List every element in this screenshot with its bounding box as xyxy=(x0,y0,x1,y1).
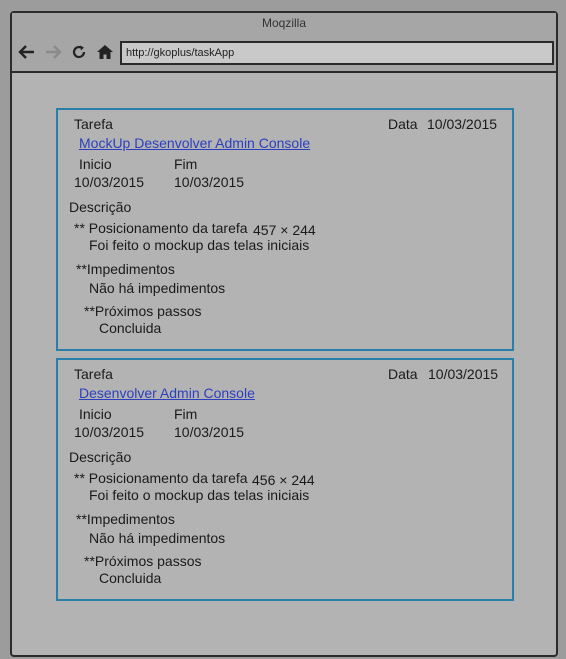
date-label: Data xyxy=(388,116,418,132)
next-steps-text: Concluida xyxy=(99,570,162,586)
end-label: Fim xyxy=(174,406,198,422)
date-value: 10/03/2015 xyxy=(428,366,499,382)
impediments-label: **Impedimentos xyxy=(76,261,175,277)
next-steps-label: **Próximos passos xyxy=(84,553,202,569)
task-card: Tarefa Data 10/03/2015 MockUp Desenvolve… xyxy=(56,108,514,351)
impediments-label: **Impedimentos xyxy=(76,511,175,527)
positioning-text: Foi feito o mockup das telas iniciais xyxy=(89,237,310,253)
next-steps-label: **Próximos passos xyxy=(84,303,202,319)
positioning-size: 456 × 244 xyxy=(252,472,315,488)
task-label: Tarefa xyxy=(74,116,113,132)
date-label: Data xyxy=(388,366,418,382)
window-title: Moqzilla xyxy=(12,13,556,35)
description-label: Descrição xyxy=(69,199,132,215)
page-content: Tarefa Data 10/03/2015 MockUp Desenvolve… xyxy=(12,73,556,643)
impediments-text: Não há impedimentos xyxy=(89,280,226,296)
start-date: 10/03/2015 xyxy=(74,424,145,440)
impediments-text: Não há impedimentos xyxy=(89,530,226,546)
next-steps-text: Concluida xyxy=(99,320,162,336)
home-icon[interactable] xyxy=(94,41,116,63)
forward-arrow-icon[interactable] xyxy=(42,41,64,63)
task-title-link[interactable]: Desenvolver Admin Console xyxy=(79,385,255,401)
positioning-label: ** Posicionamento da tarefa xyxy=(74,220,248,236)
end-date: 10/03/2015 xyxy=(174,424,245,440)
start-label: Inicio xyxy=(79,406,112,422)
task-label: Tarefa xyxy=(74,366,113,382)
end-date: 10/03/2015 xyxy=(174,174,245,190)
browser-toolbar: http://gkoplus/taskApp xyxy=(12,35,556,73)
positioning-label: ** Posicionamento da tarefa xyxy=(74,470,248,486)
task-card: Tarefa Data 10/03/2015 Desenvolver Admin… xyxy=(56,358,514,601)
start-date: 10/03/2015 xyxy=(74,174,145,190)
positioning-size: 457 × 244 xyxy=(253,222,316,238)
task-title-link[interactable]: MockUp Desenvolver Admin Console xyxy=(79,135,310,151)
url-input[interactable]: http://gkoplus/taskApp xyxy=(120,41,554,65)
date-value: 10/03/2015 xyxy=(427,116,498,132)
browser-window: Moqzilla http://gkoplus/taskApp Tarefa D… xyxy=(10,11,558,657)
reload-icon[interactable] xyxy=(68,41,90,63)
description-label: Descrição xyxy=(69,449,132,465)
end-label: Fim xyxy=(174,156,198,172)
start-label: Inicio xyxy=(79,156,112,172)
back-arrow-icon[interactable] xyxy=(16,41,38,63)
positioning-text: Foi feito o mockup das telas iniciais xyxy=(89,487,310,503)
